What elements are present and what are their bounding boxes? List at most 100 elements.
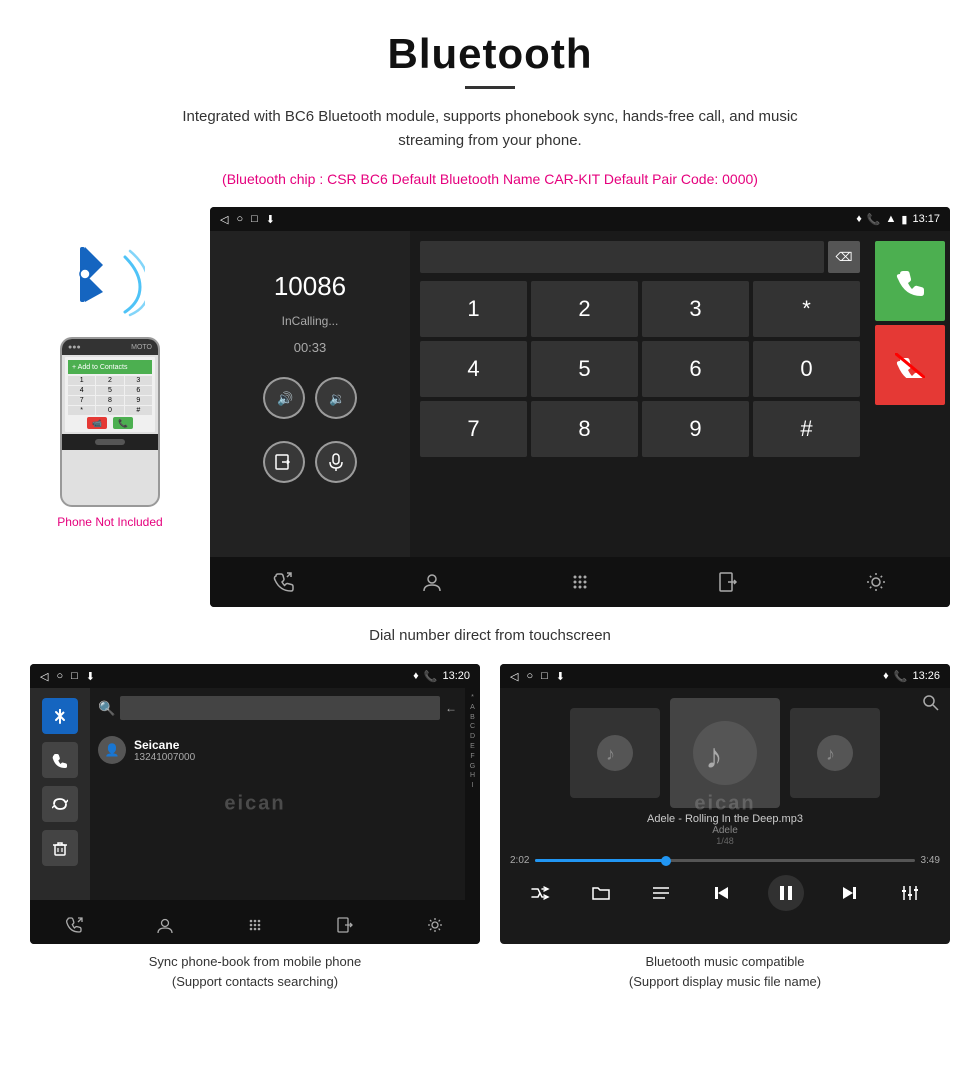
pb-call-icon xyxy=(66,916,84,934)
alpha-a[interactable]: A xyxy=(470,703,475,713)
key-3[interactable]: 3 xyxy=(642,281,749,337)
bluetooth-signal-icon xyxy=(75,237,145,317)
trash-icon xyxy=(52,840,68,856)
key-1[interactable]: 1 xyxy=(420,281,527,337)
key-2[interactable]: 2 xyxy=(531,281,638,337)
music-title: Adele - Rolling In the Deep.mp3 xyxy=(510,813,940,825)
next-button[interactable] xyxy=(834,878,864,908)
volume-down-button[interactable]: 🔉 xyxy=(315,377,357,419)
music-back-icon: ◁ xyxy=(510,670,518,683)
svg-text:♪: ♪ xyxy=(826,744,835,764)
volume-down-icon: 🔉 xyxy=(326,388,346,408)
pb-time: 13:20 xyxy=(442,670,470,682)
key-5[interactable]: 5 xyxy=(531,341,638,397)
contacts-icon xyxy=(421,571,443,593)
alpha-f[interactable]: F xyxy=(470,752,474,762)
alpha-c[interactable]: C xyxy=(470,722,475,732)
transfer-button[interactable] xyxy=(263,441,305,483)
end-call-icon xyxy=(895,353,925,378)
playlist-button[interactable] xyxy=(646,878,676,908)
folder-button[interactable] xyxy=(586,878,616,908)
music-info: Adele - Rolling In the Deep.mp3 Adele 1/… xyxy=(510,808,940,851)
bluetooth-icon-wrap xyxy=(75,237,145,322)
play-pause-button[interactable] xyxy=(768,875,804,911)
equalizer-icon xyxy=(900,883,920,903)
phonebook-navbar xyxy=(30,900,480,944)
nav-keypad-2[interactable] xyxy=(708,562,748,602)
album-art-next: ♪ xyxy=(790,708,880,798)
contact-info: Seicane 13241007000 xyxy=(134,738,195,763)
music-home-icon: ○ xyxy=(526,670,533,682)
alpha-d[interactable]: D xyxy=(470,732,475,742)
pb-nav-call[interactable] xyxy=(55,905,95,944)
nav-dialpad[interactable] xyxy=(560,562,600,602)
music-screen-wrap: eican ◁ ○ □ ⬇ ♦ 📞 13:26 xyxy=(500,664,950,999)
pb-nav-settings[interactable] xyxy=(415,905,455,944)
shuffle-button[interactable] xyxy=(525,878,555,908)
alpha-i[interactable]: I xyxy=(472,781,474,791)
call-sidebar-icon[interactable] xyxy=(42,742,78,778)
key-0[interactable]: 0 xyxy=(753,341,860,397)
music-statusbar-left: ◁ ○ □ ⬇ xyxy=(510,670,565,683)
answer-call-button[interactable] xyxy=(875,241,945,321)
android-dial-screen: ◁ ○ □ ⬇ ♦ 📞 ▲ ▮ 13:17 10086 InCalling...… xyxy=(210,207,950,607)
pb-nav-dialpad[interactable] xyxy=(235,905,275,944)
volume-up-button[interactable]: 🔊 xyxy=(263,377,305,419)
music-time: 13:26 xyxy=(912,670,940,682)
settings-icon xyxy=(865,571,887,593)
key-8[interactable]: 8 xyxy=(531,401,638,457)
key-star[interactable]: * xyxy=(753,281,860,337)
key-9[interactable]: 9 xyxy=(642,401,749,457)
nav-call-transfer[interactable] xyxy=(264,562,304,602)
pb-nav-transfer[interactable] xyxy=(325,905,365,944)
phonebook-sidebar xyxy=(30,688,90,900)
delete-sidebar-icon[interactable] xyxy=(42,830,78,866)
statusbar: ◁ ○ □ ⬇ ♦ 📞 ▲ ▮ 13:17 xyxy=(210,207,950,231)
music-track: 1/48 xyxy=(510,836,940,846)
backspace-button[interactable]: ⌫ xyxy=(828,241,860,273)
alpha-g[interactable]: G xyxy=(470,762,475,772)
android-navbar xyxy=(210,557,950,607)
alpha-h[interactable]: H xyxy=(470,771,475,781)
progress-bar-container[interactable] xyxy=(535,859,914,862)
dial-input-field[interactable] xyxy=(420,241,824,273)
key-4[interactable]: 4 xyxy=(420,341,527,397)
pb-statusbar-left: ◁ ○ □ ⬇ xyxy=(40,670,95,683)
pb-nav-contacts[interactable] xyxy=(145,905,185,944)
music-note-small-icon: ♪ xyxy=(595,733,635,773)
call-transfer-icon xyxy=(273,571,295,593)
music-search-btn[interactable] xyxy=(922,694,940,717)
nav-settings[interactable] xyxy=(856,562,896,602)
back-arrow-icon: ← xyxy=(445,701,457,715)
music-download-icon: ⬇ xyxy=(556,670,565,683)
alpha-star[interactable]: * xyxy=(471,693,474,703)
key-6[interactable]: 6 xyxy=(642,341,749,397)
prev-button[interactable] xyxy=(707,878,737,908)
dial-input-row: ⌫ xyxy=(420,241,860,273)
phone-mockup: ●●● MOTO + Add to Contacts 1 2 3 4 5 6 7… xyxy=(30,207,190,529)
volume-up-icon: 🔊 xyxy=(274,388,294,408)
contact-avatar: 👤 xyxy=(98,736,126,764)
nav-contacts[interactable] xyxy=(412,562,452,602)
battery-icon: ▮ xyxy=(901,213,907,226)
end-call-button[interactable] xyxy=(875,325,945,405)
key-hash[interactable]: # xyxy=(753,401,860,457)
sync-sidebar-icon[interactable] xyxy=(42,786,78,822)
contact-number: 13241007000 xyxy=(134,752,195,763)
bluetooth-icon xyxy=(51,707,69,725)
alpha-e[interactable]: E xyxy=(470,742,475,752)
music-screen: eican ◁ ○ □ ⬇ ♦ 📞 13:26 xyxy=(500,664,950,944)
alpha-b[interactable]: B xyxy=(470,713,475,723)
key-7[interactable]: 7 xyxy=(420,401,527,457)
music-artist: Adele xyxy=(510,825,940,836)
equalizer-button[interactable] xyxy=(895,878,925,908)
page-header: Bluetooth Integrated with BC6 Bluetooth … xyxy=(0,0,980,171)
back-icon: ◁ xyxy=(220,213,228,226)
svg-text:♪: ♪ xyxy=(606,744,615,764)
bluetooth-sidebar-icon[interactable] xyxy=(42,698,78,734)
phonebook-search-input[interactable] xyxy=(120,696,440,720)
contact-item[interactable]: 👤 Seicane 13241007000 xyxy=(98,728,457,772)
page-title: Bluetooth xyxy=(40,30,940,78)
music-location-icon: ♦ xyxy=(883,670,889,682)
mic-button[interactable] xyxy=(315,441,357,483)
